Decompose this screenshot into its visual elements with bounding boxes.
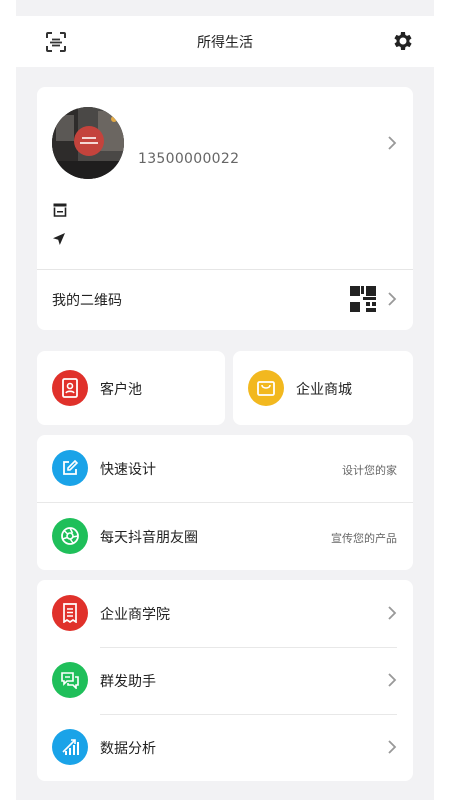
chevron-right-icon[interactable] xyxy=(387,135,397,151)
quick-actions-card: 快速设计 设计您的家 每天抖音朋友圈 宣传您的产品 xyxy=(37,435,413,570)
avatar-image xyxy=(52,107,124,179)
header-bar: 所得生活 xyxy=(16,16,434,67)
row-label: 快速设计 xyxy=(100,462,156,478)
row-hint: 宣传您的产品 xyxy=(331,532,397,545)
contact-card-icon xyxy=(52,370,88,406)
customer-pool-tile[interactable]: 客户池 xyxy=(37,351,225,425)
chart-icon xyxy=(52,729,88,765)
chat-bubbles-icon xyxy=(52,662,88,698)
qr-label: 我的二维码 xyxy=(52,293,122,309)
row-hint: 设计您的家 xyxy=(342,464,397,477)
aperture-icon xyxy=(52,518,88,554)
daily-douyin-row[interactable]: 每天抖音朋友圈 宣传您的产品 xyxy=(37,503,413,570)
enterprise-mall-tile[interactable]: 企业商城 xyxy=(233,351,413,425)
tile-label: 客户池 xyxy=(100,382,142,398)
menu-card: 企业商学院 群发助手 数据分析 xyxy=(37,580,413,781)
data-analysis-row[interactable]: 数据分析 xyxy=(37,714,413,781)
chevron-right-icon xyxy=(388,740,397,754)
shopping-bag-icon xyxy=(248,370,284,406)
phone-number: 13500000022 xyxy=(138,151,240,167)
page-title: 所得生活 xyxy=(197,34,253,51)
app-screen: 所得生活 13500000022 我的二维码 客户池 企业商城 快速设计 设计您… xyxy=(16,0,434,800)
scan-icon[interactable] xyxy=(44,30,68,54)
row-label: 企业商学院 xyxy=(100,607,170,623)
my-qr-code-row[interactable]: 我的二维码 xyxy=(37,269,413,330)
edit-icon xyxy=(52,450,88,486)
quick-design-row[interactable]: 快速设计 设计您的家 xyxy=(37,435,413,502)
chevron-right-icon xyxy=(388,606,397,620)
row-label: 群发助手 xyxy=(100,674,156,690)
navigation-arrow-icon xyxy=(53,233,65,245)
tile-label: 企业商城 xyxy=(296,382,352,398)
receipt-icon xyxy=(52,595,88,631)
profile-card: 13500000022 我的二维码 xyxy=(37,87,413,330)
avatar[interactable] xyxy=(52,107,124,179)
chevron-right-icon[interactable] xyxy=(387,291,397,307)
row-label: 数据分析 xyxy=(100,741,156,757)
store-icon xyxy=(53,203,67,217)
mass-message-row[interactable]: 群发助手 xyxy=(37,647,413,714)
status-strip xyxy=(16,0,434,16)
chevron-right-icon xyxy=(388,673,397,687)
row-label: 每天抖音朋友圈 xyxy=(100,530,198,546)
qr-code-icon xyxy=(350,286,376,312)
gear-icon[interactable] xyxy=(391,29,415,53)
business-academy-row[interactable]: 企业商学院 xyxy=(37,580,413,647)
